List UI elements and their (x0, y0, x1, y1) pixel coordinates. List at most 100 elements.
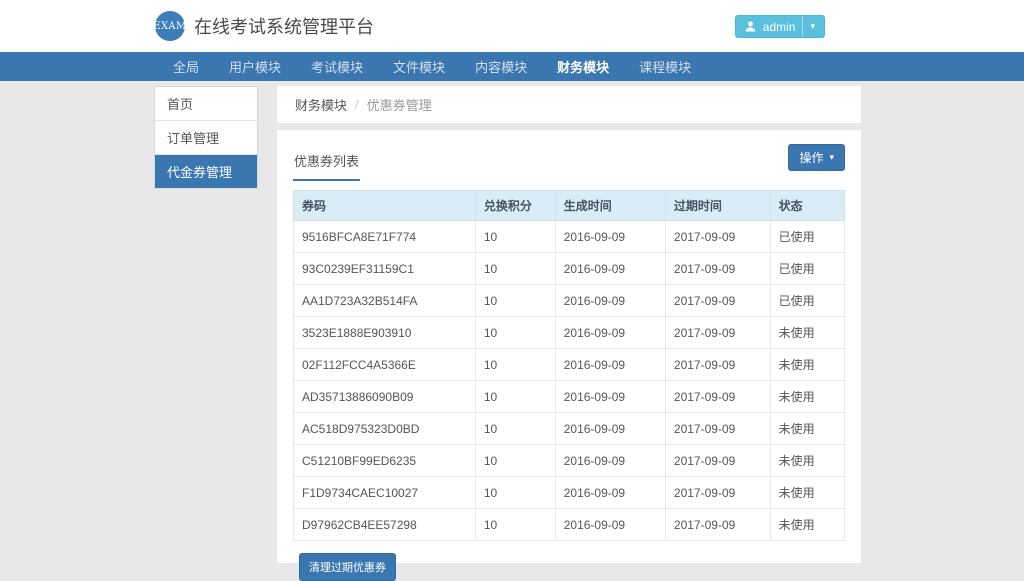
cell-expires: 2017-09-09 (665, 253, 770, 285)
nav-item-course-module[interactable]: 课程模块 (624, 52, 706, 81)
cell-code: AD35713886090B09 (294, 381, 476, 413)
cell-status: 未使用 (770, 349, 844, 381)
cell-code: 93C0239EF31159C1 (294, 253, 476, 285)
cell-status: 已使用 (770, 253, 844, 285)
table-row: F1D9734CAEC10027102016-09-092017-09-09未使… (294, 477, 845, 509)
cell-expires: 2017-09-09 (665, 317, 770, 349)
cell-points: 10 (475, 317, 555, 349)
cell-expires: 2017-09-09 (665, 445, 770, 477)
column-header-points: 兑换积分 (475, 191, 555, 221)
nav-item-finance-module[interactable]: 财务模块 (542, 52, 624, 81)
cell-code: 02F112FCC4A5366E (294, 349, 476, 381)
table-row: 3523E1888E903910102016-09-092017-09-09未使… (294, 317, 845, 349)
nav-item-file-module[interactable]: 文件模块 (378, 52, 460, 81)
sidebar-item-home[interactable]: 首页 (155, 87, 257, 121)
cell-status: 未使用 (770, 381, 844, 413)
coupon-table: 券码兑换积分生成时间过期时间状态 9516BFCA8E71F774102016-… (293, 190, 845, 541)
coupon-panel: 优惠券列表 操作 ▾ 券码兑换积分生成时间过期时间状态 9516BFCA8E71… (277, 130, 861, 563)
cell-code: C51210BF99ED6235 (294, 445, 476, 477)
nav-item-content-module[interactable]: 内容模块 (460, 52, 542, 81)
cell-code: 3523E1888E903910 (294, 317, 476, 349)
cell-expires: 2017-09-09 (665, 477, 770, 509)
cell-created: 2016-09-09 (555, 285, 665, 317)
main-navbar: 全局用户模块考试模块文件模块内容模块财务模块课程模块 (0, 52, 1024, 81)
breadcrumb-finance-module[interactable]: 财务模块 (295, 95, 347, 114)
actions-dropdown-label: 操作 (799, 149, 823, 166)
user-icon (745, 21, 756, 32)
cell-status: 未使用 (770, 509, 844, 541)
actions-dropdown-button[interactable]: 操作 ▾ (788, 144, 845, 171)
cell-expires: 2017-09-09 (665, 381, 770, 413)
top-header: EXAM 在线考试系统管理平台 admin ▾ (0, 0, 1024, 52)
cell-expires: 2017-09-09 (665, 221, 770, 253)
panel-header: 优惠券列表 操作 ▾ (293, 144, 845, 181)
nav-item-exam-module[interactable]: 考试模块 (296, 52, 378, 81)
chevron-down-icon: ▾ (829, 153, 834, 162)
cell-status: 未使用 (770, 317, 844, 349)
cell-created: 2016-09-09 (555, 413, 665, 445)
clean-expired-coupons-button[interactable]: 清理过期优惠券 (299, 553, 396, 581)
cell-expires: 2017-09-09 (665, 509, 770, 541)
column-header-expires: 过期时间 (665, 191, 770, 221)
cell-points: 10 (475, 381, 555, 413)
cell-created: 2016-09-09 (555, 349, 665, 381)
cell-points: 10 (475, 349, 555, 381)
cell-points: 10 (475, 509, 555, 541)
table-header-row: 券码兑换积分生成时间过期时间状态 (294, 191, 845, 221)
cell-code: AC518D975323D0BD (294, 413, 476, 445)
cell-created: 2016-09-09 (555, 477, 665, 509)
cell-status: 未使用 (770, 413, 844, 445)
cell-expires: 2017-09-09 (665, 349, 770, 381)
cell-points: 10 (475, 477, 555, 509)
user-menu-label: admin (763, 20, 796, 34)
cell-expires: 2017-09-09 (665, 413, 770, 445)
cell-points: 10 (475, 285, 555, 317)
sidebar: 首页订单管理代金券管理 (154, 86, 258, 189)
cell-created: 2016-09-09 (555, 509, 665, 541)
breadcrumb: 财务模块 / 优惠券管理 (277, 86, 861, 123)
tab-coupon-list[interactable]: 优惠券列表 (293, 144, 360, 181)
cell-status: 未使用 (770, 445, 844, 477)
column-header-created: 生成时间 (555, 191, 665, 221)
cell-status: 已使用 (770, 221, 844, 253)
cell-code: F1D9734CAEC10027 (294, 477, 476, 509)
nav-item-global[interactable]: 全局 (158, 52, 214, 81)
app-title: 在线考试系统管理平台 (194, 13, 374, 39)
sidebar-item-order-management[interactable]: 订单管理 (155, 121, 257, 155)
chevron-down-icon: ▾ (810, 22, 815, 31)
exam-logo: EXAM (155, 11, 185, 41)
brand: EXAM 在线考试系统管理平台 (155, 11, 374, 41)
table-row: D97962CB4EE57298102016-09-092017-09-09未使… (294, 509, 845, 541)
table-row: 02F112FCC4A5366E102016-09-092017-09-09未使… (294, 349, 845, 381)
table-row: C51210BF99ED6235102016-09-092017-09-09未使… (294, 445, 845, 477)
cell-status: 已使用 (770, 285, 844, 317)
cell-created: 2016-09-09 (555, 317, 665, 349)
cell-points: 10 (475, 253, 555, 285)
sidebar-item-voucher-management[interactable]: 代金券管理 (155, 155, 257, 188)
cell-points: 10 (475, 413, 555, 445)
cell-created: 2016-09-09 (555, 445, 665, 477)
table-row: AD35713886090B09102016-09-092017-09-09未使… (294, 381, 845, 413)
cell-code: 9516BFCA8E71F774 (294, 221, 476, 253)
exam-logo-text: EXAM (153, 21, 187, 32)
table-row: AA1D723A32B514FA102016-09-092017-09-09已使… (294, 285, 845, 317)
cell-points: 10 (475, 221, 555, 253)
cell-created: 2016-09-09 (555, 381, 665, 413)
table-row: 93C0239EF31159C1102016-09-092017-09-09已使… (294, 253, 845, 285)
breadcrumb-separator: / (355, 97, 359, 112)
user-menu-button[interactable]: admin ▾ (735, 15, 825, 38)
cell-expires: 2017-09-09 (665, 285, 770, 317)
cell-points: 10 (475, 445, 555, 477)
cell-created: 2016-09-09 (555, 221, 665, 253)
cell-status: 未使用 (770, 477, 844, 509)
table-row: AC518D975323D0BD102016-09-092017-09-09未使… (294, 413, 845, 445)
cell-code: AA1D723A32B514FA (294, 285, 476, 317)
cell-code: D97962CB4EE57298 (294, 509, 476, 541)
cell-created: 2016-09-09 (555, 253, 665, 285)
user-menu-divider (802, 16, 803, 37)
breadcrumb-coupon-management: 优惠券管理 (367, 95, 432, 114)
column-header-status: 状态 (770, 191, 844, 221)
table-row: 9516BFCA8E71F774102016-09-092017-09-09已使… (294, 221, 845, 253)
column-header-code: 券码 (294, 191, 476, 221)
nav-item-user-module[interactable]: 用户模块 (214, 52, 296, 81)
